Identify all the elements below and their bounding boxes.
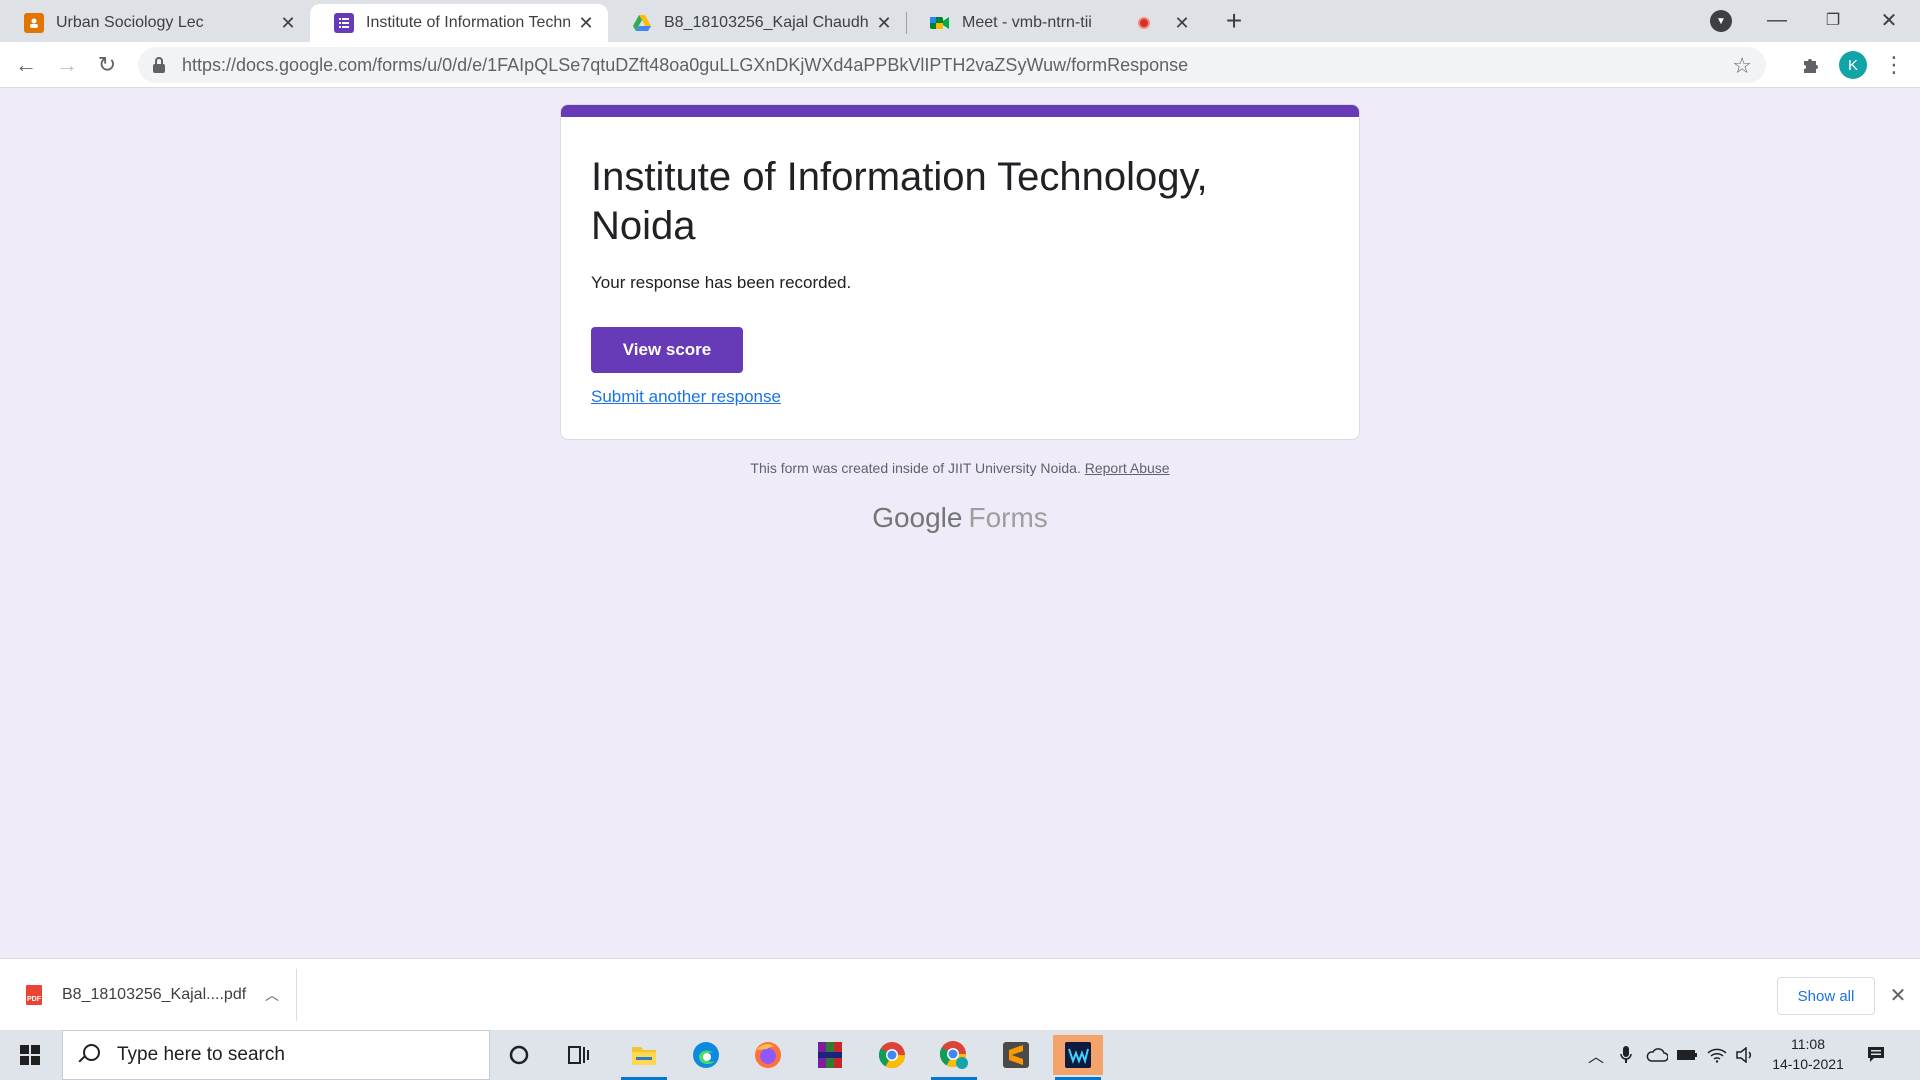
pdf-file-icon: PDF xyxy=(26,985,42,1005)
tab-urban-sociology[interactable]: Urban Sociology Lec ✕ xyxy=(0,4,310,42)
report-abuse-link[interactable]: Report Abuse xyxy=(1085,460,1170,476)
tab-search-icon[interactable]: ▼ xyxy=(1710,10,1732,32)
windows-logo-icon xyxy=(20,1045,40,1065)
tab-google-drive-pdf[interactable]: B8_18103256_Kajal Chaudhary.pc ✕ xyxy=(608,4,906,42)
confirmation-message: Your response has been recorded. xyxy=(591,273,852,292)
chrome-profile-icon[interactable] xyxy=(929,1035,979,1080)
chrome-icon[interactable] xyxy=(867,1035,917,1075)
volume-icon[interactable] xyxy=(1732,1040,1758,1070)
classroom-icon xyxy=(24,13,44,33)
close-download-shelf-icon[interactable]: ✕ xyxy=(1886,983,1910,1007)
edge-icon[interactable] xyxy=(681,1035,731,1075)
search-icon xyxy=(77,1044,100,1066)
back-button[interactable]: ← xyxy=(10,49,42,81)
waves-icon[interactable] xyxy=(1053,1035,1103,1080)
browser-toolbar: ← → ↻ https://docs.google.com/forms/u/0/… xyxy=(0,42,1920,88)
microphone-icon[interactable] xyxy=(1614,1040,1638,1070)
file-explorer-icon[interactable] xyxy=(619,1035,669,1080)
tab-title: Urban Sociology Lec xyxy=(56,14,204,31)
form-accent-bar xyxy=(561,105,1359,117)
taskbar-search-box[interactable]: Type here to search xyxy=(62,1030,490,1080)
taskbar-clock[interactable]: 11:08 14-10-2021 xyxy=(1760,1034,1856,1074)
show-hidden-icons-icon[interactable]: ︿ xyxy=(1584,1040,1608,1070)
url-host: https://docs.google.com xyxy=(182,54,373,75)
battery-icon[interactable] xyxy=(1674,1040,1700,1070)
close-tab-icon[interactable]: ✕ xyxy=(278,13,298,33)
form-title: Institute of Information Technology, Noi… xyxy=(591,155,1208,248)
tab-google-meet[interactable]: Meet - vmb-ntrn-tii ✕ xyxy=(906,4,1204,42)
close-tab-icon[interactable]: ✕ xyxy=(576,13,596,33)
clock-date: 14-10-2021 xyxy=(1772,1056,1844,1072)
chevron-up-icon[interactable]: ︿ xyxy=(260,985,284,1005)
logo-google-text: Google xyxy=(872,502,963,533)
close-tab-icon[interactable]: ✕ xyxy=(874,13,894,33)
address-bar[interactable]: https://docs.google.com/forms/u/0/d/e/1F… xyxy=(138,47,1766,83)
winrar-icon[interactable] xyxy=(805,1035,855,1075)
wifi-icon[interactable] xyxy=(1704,1040,1730,1070)
lock-icon[interactable] xyxy=(152,57,166,73)
bookmark-star-icon[interactable]: ☆ xyxy=(1732,53,1752,79)
onedrive-cloud-icon[interactable] xyxy=(1644,1040,1670,1070)
reload-button[interactable]: ↻ xyxy=(91,49,123,81)
submit-another-response-link[interactable]: Submit another response xyxy=(591,387,781,407)
download-file-name: B8_18103256_Kajal....pdf xyxy=(62,986,247,1003)
show-all-downloads-button[interactable]: Show all xyxy=(1777,977,1875,1015)
url-path: /forms/u/0/d/e/1FAIpQLSe7qtuDZft48oa0guL… xyxy=(372,54,1189,75)
download-separator xyxy=(296,969,297,1021)
form-footer-note: This form was created inside of JIIT Uni… xyxy=(560,460,1360,476)
logo-forms-text: Forms xyxy=(968,502,1048,533)
tab-title: B8_18103256_Kajal Chaudhary.pc xyxy=(664,14,868,31)
windows-taskbar: Type here to search ︿ 11:08 14-10-2021 xyxy=(0,1030,1920,1080)
google-forms-icon xyxy=(334,13,354,33)
restore-window-button[interactable]: ❐ xyxy=(1805,4,1861,36)
close-tab-icon[interactable]: ✕ xyxy=(1172,13,1192,33)
notifications-icon[interactable] xyxy=(1864,1042,1888,1066)
sublime-text-icon[interactable] xyxy=(991,1035,1041,1075)
firefox-icon[interactable] xyxy=(743,1035,793,1075)
google-drive-icon xyxy=(632,13,652,33)
url-text: https://docs.google.com/forms/u/0/d/e/1F… xyxy=(182,55,1188,76)
tab-title: Institute of Information Technolo xyxy=(366,14,570,31)
tab-strip: Urban Sociology Lec ✕ Institute of Infor… xyxy=(0,0,1920,42)
new-tab-button[interactable]: + xyxy=(1220,7,1248,36)
task-view-icon[interactable] xyxy=(554,1035,604,1075)
cortana-icon[interactable] xyxy=(494,1035,544,1075)
forward-button[interactable]: → xyxy=(51,49,83,81)
taskbar-search-placeholder: Type here to search xyxy=(117,1044,285,1065)
tab-google-form[interactable]: Institute of Information Technolo ✕ xyxy=(310,4,608,42)
tab-title: Meet - vmb-ntrn-tii xyxy=(962,14,1092,31)
footer-note-text: This form was created inside of JIIT Uni… xyxy=(750,460,1081,476)
close-window-button[interactable]: ✕ xyxy=(1861,4,1917,36)
recording-indicator-icon xyxy=(1138,17,1150,29)
view-score-button[interactable]: View score xyxy=(591,327,743,373)
form-confirmation-card: Institute of Information Technology, Noi… xyxy=(560,104,1360,440)
google-forms-logo[interactable]: Google Forms xyxy=(560,502,1360,534)
more-menu-icon[interactable]: ⋮ xyxy=(1880,51,1908,79)
minimize-window-button[interactable]: — xyxy=(1749,4,1805,36)
google-meet-icon xyxy=(930,13,950,33)
download-shelf: PDF B8_18103256_Kajal....pdf ︿ Show all … xyxy=(0,958,1920,1030)
profile-avatar[interactable]: K xyxy=(1839,51,1867,79)
start-button[interactable] xyxy=(10,1040,50,1070)
clock-time: 11:08 xyxy=(1791,1036,1825,1052)
download-item[interactable]: PDF B8_18103256_Kajal....pdf ︿ xyxy=(14,973,284,1017)
extensions-puzzle-icon[interactable] xyxy=(1798,52,1824,78)
